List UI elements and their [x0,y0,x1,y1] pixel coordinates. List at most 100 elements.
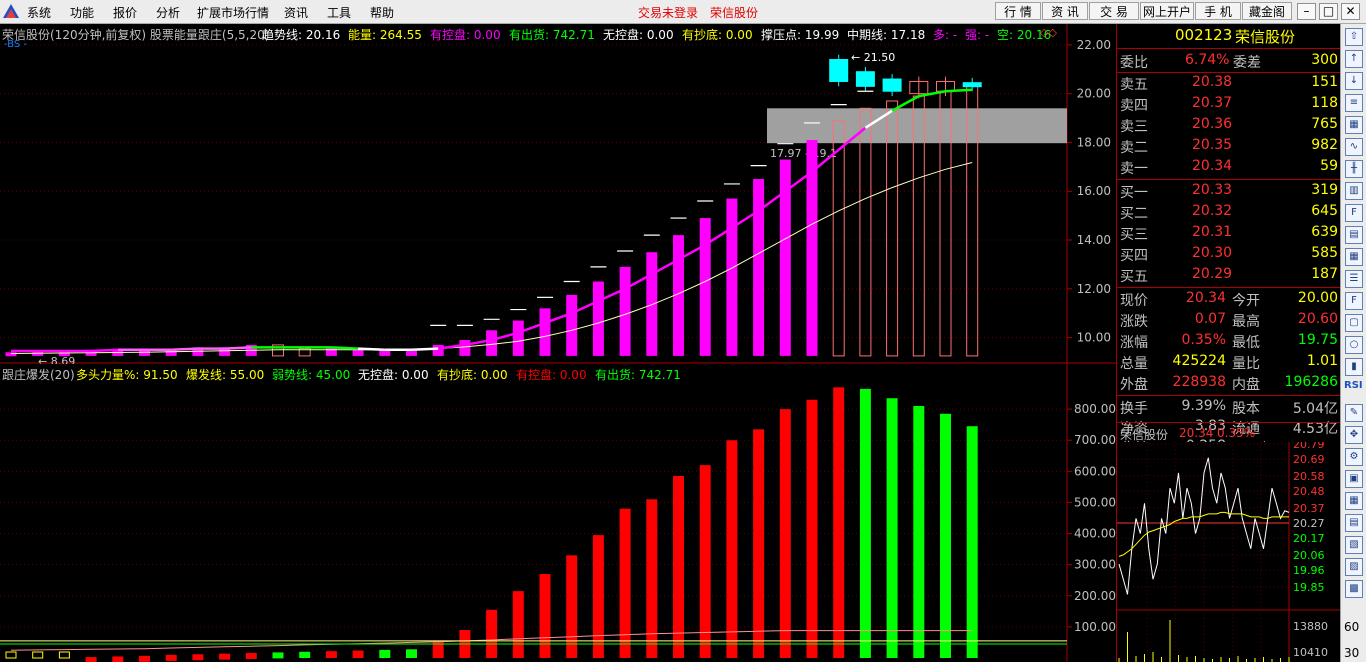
menu-info[interactable]: 资讯 [284,4,308,21]
signal-bar [406,649,417,658]
signal-bar [699,465,711,658]
grid2-icon[interactable]: ▦ [1345,492,1363,510]
ask-row-2-price: 20.35 [1192,137,1233,153]
ask-row-3-label: 卖三 [1120,119,1148,135]
mini-y-tick-label: 20.27 [1293,517,1325,530]
bid-row-1-price: 20.33 [1192,182,1233,198]
sub-indicator-6: 有出货: 742.71 [595,368,681,382]
bid-row-2: 买二 20.32 645 [1117,202,1341,224]
menu-system[interactable]: 系统 [27,4,51,21]
list-icon[interactable]: ≡ [1345,94,1363,112]
menu-bar: 系统 功能 报价 分析 扩展市场行情 资讯 工具 帮助 交易未登录 荣信股份 行… [0,0,1366,24]
current-stock-name: 荣信股份 [710,6,759,20]
period-30-button[interactable]: 30 [1344,646,1359,660]
ask-row-2-volume: 982 [1311,137,1338,153]
mini-y-tick-label: 20.79 [1293,442,1325,451]
draw-icon[interactable]: ✎ [1345,404,1363,422]
table-icon[interactable]: ▦ [1345,248,1363,266]
chart-up-icon[interactable]: ⇧ [1345,28,1363,46]
mini-chart-title: 荣信股份 [1120,428,1169,442]
main-y-tick-label: 14.00 [1077,233,1111,247]
tile-icon[interactable]: ▤ [1345,514,1363,532]
lines-icon[interactable]: ☰ [1345,270,1363,288]
menu-help[interactable]: 帮助 [370,4,394,21]
main-chart-bg [0,24,1116,364]
mini-y-tick-label: 20.17 [1293,532,1325,545]
mini-y-tick-label: 19.96 [1293,564,1325,577]
grid-icon[interactable]: ▦ [1345,116,1363,134]
bid-row-5: 买五 20.29 187 [1117,265,1341,287]
arrow-up-icon[interactable]: ↑ [1345,50,1363,68]
sub-indicator-chart[interactable]: 800.00 700.00 600.00 500.00 400.00 300.00 200.… [0,364,1116,662]
menu-tools[interactable]: 工具 [327,4,351,21]
signal-bar [966,426,978,658]
signal-bar [165,654,177,661]
signal-bar [192,654,204,661]
tab-mobile[interactable]: 手 机 [1195,2,1241,20]
arrow-down-icon[interactable]: ↓ [1345,72,1363,90]
trend-line-segment [945,88,973,93]
ask-row-2-label: 卖二 [1120,140,1148,156]
ask-row-3-price: 20.36 [1192,116,1233,132]
search-icon[interactable]: ○ [1345,336,1363,354]
rsi-label[interactable]: RSI [1344,380,1363,391]
tab-open-account[interactable]: 网上开户 [1140,2,1194,20]
minimize-icon[interactable]: – [1297,3,1316,20]
main-indicator-1: 能量: 264.55 [348,28,422,42]
settings-icon[interactable]: ⚙ [1345,448,1363,466]
main-kline-chart[interactable]: 22.0020.0018.0016.0014.0012.0010.0017.97… [0,24,1116,364]
stat-value: 19.75 [1297,332,1338,348]
panel-icon[interactable]: ▧ [1345,536,1363,554]
mini-y-tick-label: 20.06 [1293,549,1325,562]
login-status[interactable]: 交易未登录 [638,4,698,21]
window-icon[interactable]: ▣ [1345,470,1363,488]
bid-row-1: 买一 20.33 319 [1117,181,1341,203]
tab-quotes[interactable]: 行 情 [995,2,1041,20]
menu-extended-market[interactable]: 扩展市场行情 [197,4,269,21]
fin-value: 9.39% [1181,398,1226,414]
period-60-button[interactable]: 60 [1344,620,1359,634]
sub-indicator-panel[interactable]: 800.00 700.00 600.00 500.00 400.00 300.00 200.… [0,364,1116,662]
main-y-tick-label: 10.00 [1077,331,1111,345]
bar-chart-icon[interactable]: ▮ [1345,358,1363,376]
signal-bar [566,555,578,658]
report-icon[interactable]: ▤ [1345,226,1363,244]
kline-icon[interactable]: ╫ [1345,160,1363,178]
menu-quote[interactable]: 报价 [113,4,137,21]
stat-value: 20.34 [1185,290,1226,306]
menu-analysis[interactable]: 分析 [156,4,180,21]
move-icon[interactable]: ✥ [1345,426,1363,444]
candle-body [882,78,902,92]
f-icon[interactable]: F [1345,292,1363,310]
tab-trade[interactable]: 交 易 [1089,2,1139,20]
layers-icon[interactable]: ▩ [1345,580,1363,598]
sub-indicator-3: 无控盘: 0.00 [358,368,429,382]
bid-row-1-volume: 319 [1311,182,1338,198]
line-chart-icon[interactable]: ∿ [1345,138,1363,156]
price-bar [486,330,498,356]
ask-row-3-volume: 765 [1311,116,1338,132]
main-kline-panel[interactable]: 22.00 20.00 18.00 16.00 14.00 12.00 10.00 17.97… [0,24,1116,364]
layout-icon[interactable]: ▨ [1345,558,1363,576]
trend-line-segment [358,347,385,352]
bars-icon[interactable]: ▥ [1345,182,1363,200]
weicha-label: 委差 [1233,55,1261,71]
tab-news[interactable]: 资 讯 [1042,2,1088,20]
maximize-icon[interactable]: □ [1319,3,1338,20]
doc-icon[interactable]: ▢ [1345,314,1363,332]
main-indicator-2: 有控盘: 0.00 [430,28,501,42]
ask-row-5-volume: 151 [1311,74,1338,90]
price-bar [459,340,471,356]
menu-function[interactable]: 功能 [70,4,94,21]
chart-diamond-icons[interactable]: ◇◇ [1040,26,1057,39]
stat-label: 总量 [1120,356,1148,372]
tab-cangjinge[interactable]: 藏金阁 [1242,2,1292,20]
intraday-mini-chart[interactable]: 20.79 20.69 20.58 20.48 20.37 20.27 20.17 20.06… [1117,442,1341,662]
bid-row-5-label: 买五 [1120,269,1148,285]
trend-line-segment [171,347,198,352]
main-y-tick-label: 12.00 [1077,282,1111,296]
close-icon[interactable]: ✕ [1341,3,1360,20]
f10-icon[interactable]: F [1345,204,1363,222]
ask-row-3: 卖三 20.36 765 [1117,115,1341,137]
sub-indicator-0: 多头力量%: 91.50 [76,368,178,382]
